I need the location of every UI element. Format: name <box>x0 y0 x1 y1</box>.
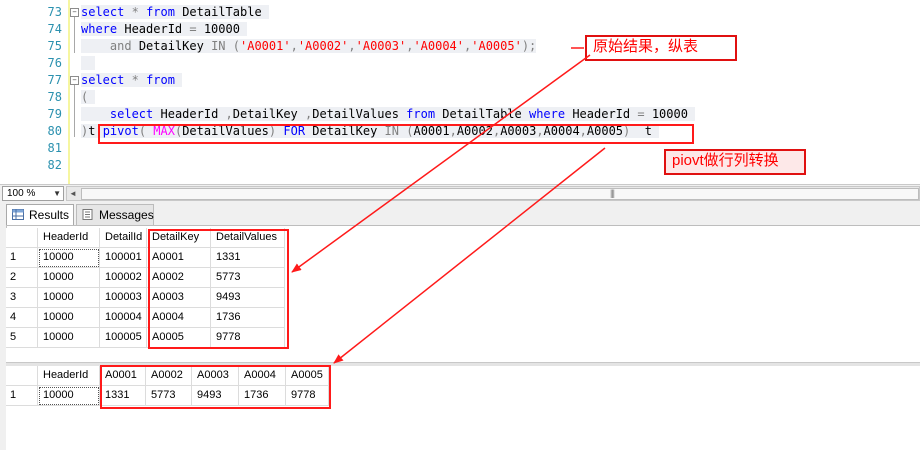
column-header[interactable]: DetailId <box>99 228 147 248</box>
zoom-value: 100 % <box>7 188 36 199</box>
annotation-note-original: 原始结果，纵表 <box>585 35 737 61</box>
line-number-gutter: 73 74 75 76 77 78 79 80 81 82 <box>0 0 62 184</box>
row-number[interactable]: 4 <box>6 307 38 328</box>
code-line-76 <box>81 55 96 72</box>
row-header-corner <box>6 228 38 248</box>
original-columns-highlight <box>148 229 289 349</box>
results-grid-original[interactable]: HeaderId DetailId DetailKey DetailValues… <box>6 228 920 362</box>
fold-guide-line <box>74 85 75 137</box>
table-cell[interactable]: 10000 <box>37 327 100 348</box>
pivot-columns-highlight <box>100 365 331 409</box>
scroll-left-icon[interactable]: ◄ <box>67 187 79 200</box>
row-number[interactable]: 1 <box>6 385 38 406</box>
code-line-77: select * from <box>81 72 183 89</box>
grid-icon <box>12 209 24 220</box>
row-number[interactable]: 2 <box>6 267 38 288</box>
collapse-icon[interactable]: − <box>70 8 79 17</box>
fold-guide-line <box>74 17 75 53</box>
tab-label: Messages <box>99 208 154 222</box>
change-tracking-bar <box>68 0 70 184</box>
editor-status-bar: 100 % ▼ ◄ ||| <box>0 184 920 201</box>
row-number[interactable]: 5 <box>6 327 38 348</box>
code-line-79: select HeaderId ,DetailKey ,DetailValues… <box>81 106 696 123</box>
code-line-73: select * from DetailTable <box>81 5 269 19</box>
line-number: 81 <box>47 141 62 155</box>
row-number[interactable]: 1 <box>6 247 38 268</box>
line-number: 77 <box>47 73 62 87</box>
table-cell[interactable]: 100003 <box>99 287 147 308</box>
column-header[interactable]: HeaderId <box>37 228 100 248</box>
table-cell[interactable]: 10000 <box>37 307 100 328</box>
code-line-75: and DetailKey IN ('A0001','A0002','A0003… <box>81 38 537 55</box>
table-cell[interactable]: 100005 <box>99 327 147 348</box>
tab-label: Results <box>29 208 70 222</box>
row-number[interactable]: 3 <box>6 287 38 308</box>
line-number: 75 <box>47 39 62 53</box>
line-number: 73 <box>47 5 62 19</box>
table-cell[interactable]: 10000 <box>37 287 100 308</box>
code-line-78: ( <box>81 89 96 106</box>
scrollbar-thumb[interactable]: ||| <box>81 188 919 200</box>
messages-icon <box>82 209 93 220</box>
horizontal-scrollbar[interactable]: ◄ ||| <box>66 186 920 201</box>
table-cell[interactable]: 10000 <box>37 247 100 268</box>
line-number: 82 <box>47 158 62 172</box>
table-cell[interactable]: 100001 <box>99 247 147 268</box>
column-header[interactable]: HeaderId <box>37 366 100 386</box>
annotation-note-pivot: piovt做行列转换 <box>664 149 806 175</box>
table-cell[interactable]: 10000 <box>37 385 100 406</box>
results-tab-strip: Results Messages <box>0 201 920 226</box>
tab-results[interactable]: Results <box>6 204 74 225</box>
line-number: 79 <box>47 107 62 121</box>
chevron-down-icon: ▼ <box>53 189 61 198</box>
zoom-dropdown[interactable]: 100 % ▼ <box>2 186 64 201</box>
line-number: 74 <box>47 22 62 36</box>
code-line-74: where HeaderId = 10000 <box>81 22 248 36</box>
line-number: 76 <box>47 56 62 70</box>
table-cell[interactable]: 100002 <box>99 267 147 288</box>
table-cell[interactable]: 100004 <box>99 307 147 328</box>
line-number: 80 <box>47 124 62 138</box>
collapse-icon[interactable]: − <box>70 76 79 85</box>
line-number: 78 <box>47 90 62 104</box>
row-header-corner <box>6 366 38 386</box>
pivot-clause-highlight <box>98 124 694 144</box>
table-cell[interactable]: 10000 <box>37 267 100 288</box>
tab-messages[interactable]: Messages <box>76 204 154 225</box>
scrollbar-grip-icon: ||| <box>610 188 615 198</box>
